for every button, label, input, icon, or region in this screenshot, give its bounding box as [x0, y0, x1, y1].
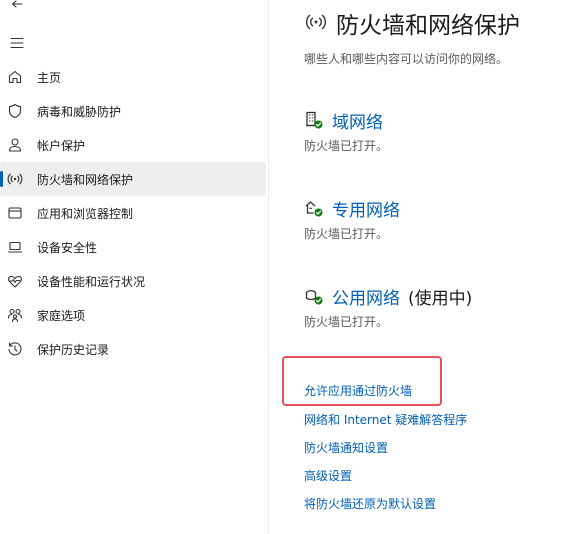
- sidebar-item-label: 应用和浏览器控制: [37, 207, 134, 221]
- wifi-icon: [7, 173, 23, 185]
- domain-network-icon: [306, 111, 323, 129]
- sidebar-item-label: 家庭选项: [37, 309, 86, 323]
- sidebar-item-label: 病毒和威胁防护: [37, 105, 122, 119]
- page-subtitle: 哪些人和哪些内容可以访问你的网络。: [304, 52, 509, 66]
- page-title: 防火墙和网络保护: [336, 13, 520, 39]
- account-icon: [8, 138, 22, 152]
- sidebar-item-device-security[interactable]: 设备安全性: [0, 230, 266, 264]
- private-network-link[interactable]: 专用网络: [332, 196, 400, 221]
- domain-network-section: 域网络 防火墙已打开。: [304, 108, 584, 158]
- sidebar-item-label: 主页: [37, 71, 62, 85]
- in-use-label: (使用中): [408, 289, 473, 309]
- sidebar-item-protection-history[interactable]: 保护历史记录: [0, 332, 266, 366]
- sidebar-item-virus-protection[interactable]: 病毒和威胁防护: [0, 94, 266, 128]
- history-icon: [8, 342, 22, 356]
- advanced-settings-link[interactable]: 高级设置: [304, 467, 352, 484]
- private-network-status: 防火墙已打开。: [304, 227, 389, 241]
- domain-network-link[interactable]: 域网络: [332, 108, 383, 133]
- sidebar-nav: 主页 病毒和威胁防护 帐户保护 防火墙和网络保护 应用和浏览器控制 设备安全性 …: [0, 60, 266, 366]
- sidebar-item-label: 帐户保护: [37, 139, 86, 153]
- hamburger-icon: [10, 37, 24, 49]
- allow-app-through-firewall-link[interactable]: 允许应用通过防火墙: [304, 382, 412, 399]
- firewall-notification-settings-link[interactable]: 防火墙通知设置: [304, 439, 388, 456]
- heart-pulse-icon: [8, 275, 22, 288]
- sidebar-item-label: 防火墙和网络保护: [37, 173, 134, 187]
- public-network-icon: [305, 289, 323, 305]
- private-network-section: 专用网络 防火墙已打开。: [304, 196, 584, 246]
- public-network-section: 公用网络 (使用中) 防火墙已打开。: [304, 284, 584, 334]
- domain-network-status: 防火墙已打开。: [304, 139, 389, 153]
- home-icon: [8, 70, 22, 84]
- sidebar-item-firewall[interactable]: 防火墙和网络保护: [0, 162, 266, 196]
- sidebar-item-account-protection[interactable]: 帐户保护: [0, 128, 266, 162]
- sidebar-item-family-options[interactable]: 家庭选项: [0, 298, 266, 332]
- laptop-icon: [7, 241, 23, 253]
- pane-divider: [268, 0, 269, 534]
- back-button[interactable]: [6, 0, 28, 18]
- sidebar-item-label: 设备安全性: [37, 241, 98, 255]
- app-window-icon: [8, 207, 22, 219]
- public-network-status: 防火墙已打开。: [304, 315, 389, 329]
- family-icon: [7, 308, 23, 323]
- restore-firewall-defaults-link[interactable]: 将防火墙还原为默认设置: [304, 495, 436, 512]
- sidebar-item-device-performance[interactable]: 设备性能和运行状况: [0, 264, 266, 298]
- public-network-link[interactable]: 公用网络: [332, 284, 400, 309]
- shield-icon: [8, 103, 22, 119]
- sidebar-item-app-browser-control[interactable]: 应用和浏览器控制: [0, 196, 266, 230]
- sidebar-item-label: 保护历史记录: [37, 343, 110, 357]
- selected-indicator: [0, 171, 3, 187]
- private-network-icon: [305, 201, 323, 217]
- back-arrow-icon: [11, 0, 23, 8]
- sidebar-item-home[interactable]: 主页: [0, 60, 266, 94]
- sidebar-item-label: 设备性能和运行状况: [37, 275, 146, 289]
- menu-button[interactable]: [6, 34, 28, 52]
- network-troubleshooter-link[interactable]: 网络和 Internet 疑难解答程序: [304, 411, 467, 428]
- wifi-icon: [305, 14, 327, 30]
- sidebar: 主页 病毒和威胁防护 帐户保护 防火墙和网络保护 应用和浏览器控制 设备安全性 …: [0, 0, 268, 534]
